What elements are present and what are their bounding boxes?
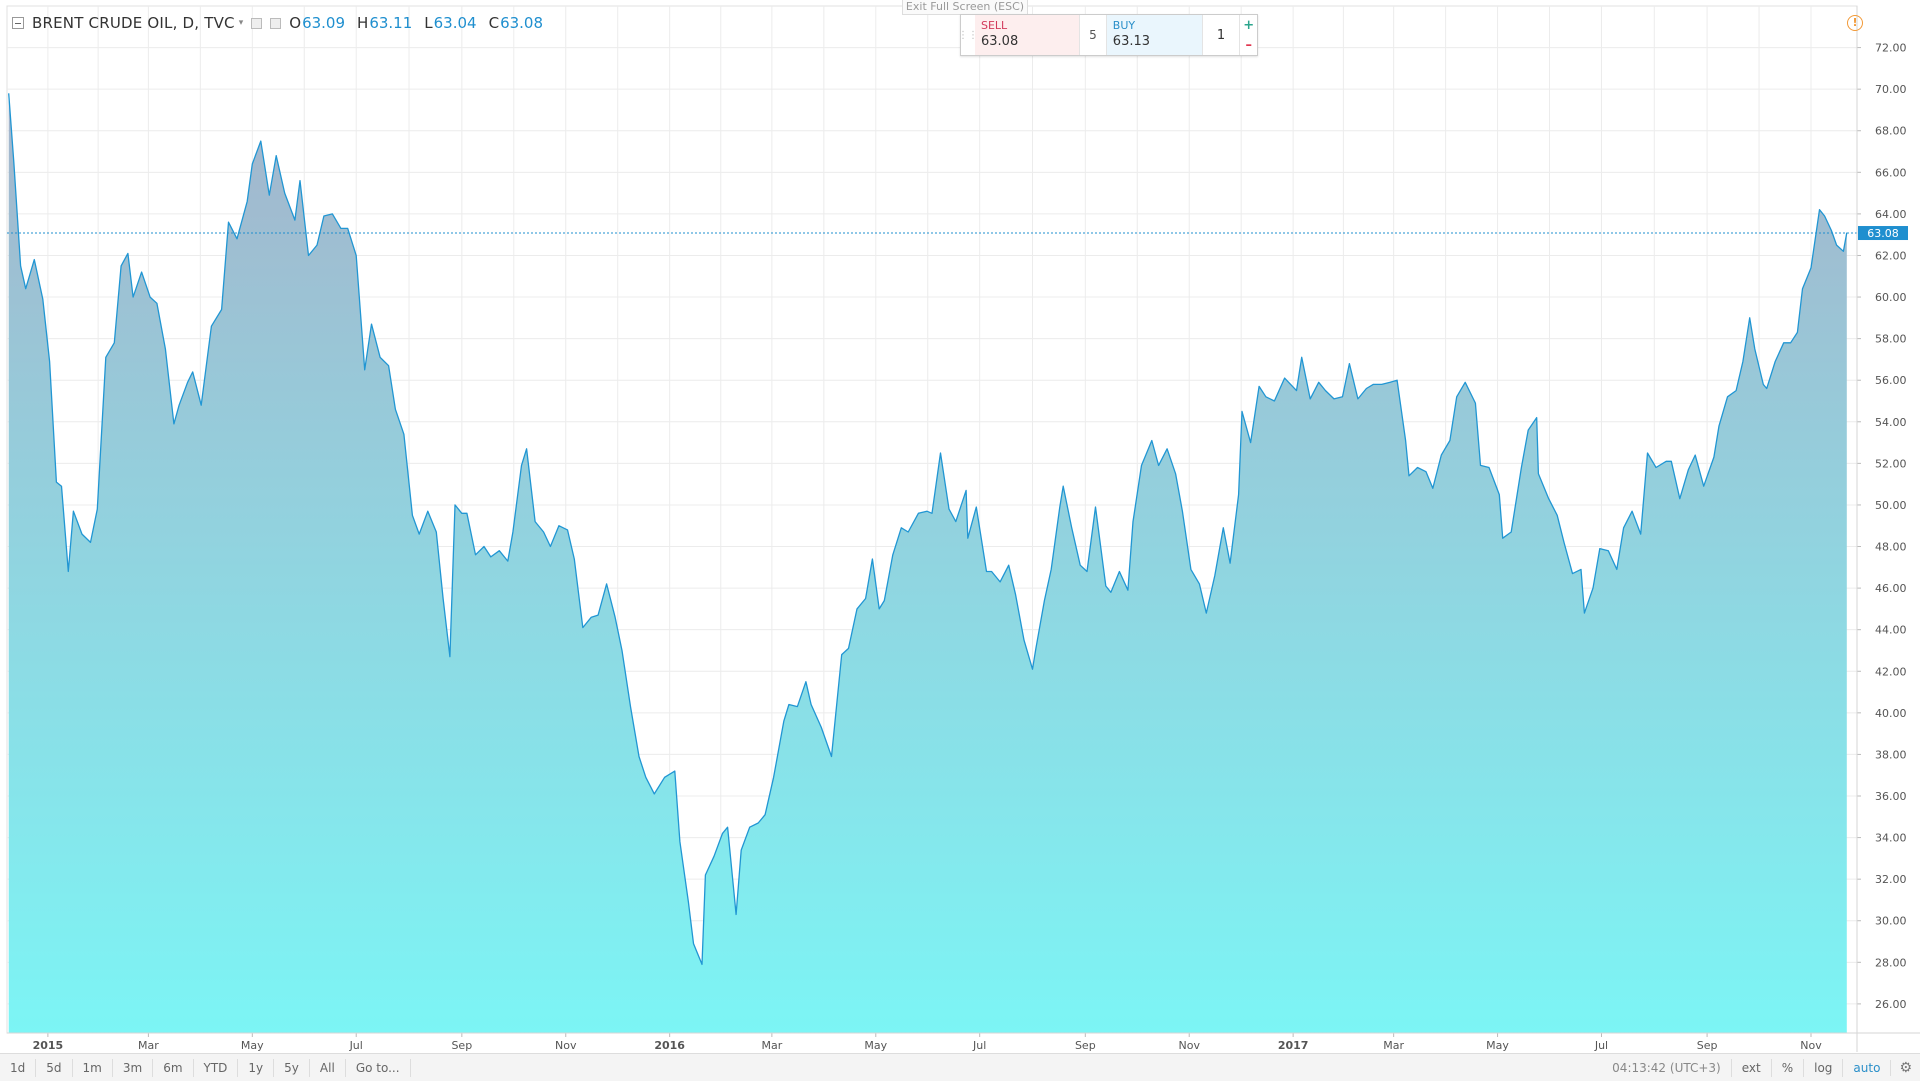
increment-button[interactable]: + xyxy=(1240,15,1257,35)
y-tick-label: 58.00 xyxy=(1875,333,1907,346)
bottom-toolbar: 1d 5d 1m 3m 6m YTD 1y 5y All Go to... 04… xyxy=(0,1053,1920,1081)
ext-toggle[interactable]: ext xyxy=(1730,1058,1771,1077)
high-label: H xyxy=(357,14,369,32)
sell-label: SELL xyxy=(981,19,1008,32)
x-tick-label: May xyxy=(241,1039,264,1052)
y-tick-label: 68.00 xyxy=(1875,125,1907,138)
low-label: L xyxy=(424,14,433,32)
x-tick-label: May xyxy=(1486,1039,1509,1052)
open-label: O xyxy=(289,14,302,32)
x-tick-label: Mar xyxy=(138,1039,159,1052)
x-tick-label: 2017 xyxy=(1278,1039,1309,1052)
y-tick-label: 46.00 xyxy=(1875,582,1907,595)
x-tick-label: Mar xyxy=(761,1039,782,1052)
range-3m-button[interactable]: 3m xyxy=(113,1058,154,1077)
x-tick-label: Sep xyxy=(1697,1039,1718,1052)
symbol-title[interactable]: BRENT CRUDE OIL, D, TVC xyxy=(32,14,235,32)
log-scale-toggle[interactable]: log xyxy=(1803,1058,1842,1077)
x-tick-label: Jul xyxy=(972,1039,986,1052)
quantity-stepper: + – xyxy=(1239,15,1257,55)
trade-panel: ⋮⋮ SELL 63.08 5 BUY 63.13 1 + – xyxy=(958,14,1258,56)
y-tick-label: 26.00 xyxy=(1875,998,1907,1011)
quantity-input[interactable]: 1 xyxy=(1201,15,1240,55)
sell-price: 63.08 xyxy=(981,34,1019,49)
y-tick-label: 52.00 xyxy=(1875,457,1907,470)
drag-handle-icon[interactable]: ⋮⋮ xyxy=(958,15,978,55)
x-tick-label: 2016 xyxy=(654,1039,685,1052)
range-5y-button[interactable]: 5y xyxy=(274,1058,310,1077)
settings-box-icon[interactable] xyxy=(251,17,263,29)
y-tick-label: 50.00 xyxy=(1875,499,1907,512)
x-tick-label: May xyxy=(864,1039,887,1052)
range-6m-button[interactable]: 6m xyxy=(153,1058,194,1077)
gear-icon[interactable]: ⚙ xyxy=(1890,1059,1920,1076)
y-tick-label: 40.00 xyxy=(1875,707,1907,720)
series-legend: BRENT CRUDE OIL, D, TVC ▾ O 63.09 H 63.1… xyxy=(12,14,547,32)
y-tick-label: 48.00 xyxy=(1875,541,1907,554)
percent-scale-toggle[interactable]: % xyxy=(1770,1058,1803,1077)
x-tick-label: Sep xyxy=(451,1039,472,1052)
close-value: 63.08 xyxy=(500,14,544,32)
clock-readout: 04:13:42 (UTC+3) xyxy=(1612,1060,1721,1075)
range-5d-button[interactable]: 5d xyxy=(36,1058,73,1077)
range-1m-button[interactable]: 1m xyxy=(73,1058,113,1077)
alert-warning-icon[interactable]: ! xyxy=(1847,15,1863,31)
x-tick-label: Nov xyxy=(555,1039,577,1052)
range-all-button[interactable]: All xyxy=(310,1058,346,1077)
low-value: 63.04 xyxy=(433,14,477,32)
buy-label: BUY xyxy=(1112,19,1136,32)
y-tick-label: 28.00 xyxy=(1875,956,1907,969)
y-tick-label: 38.00 xyxy=(1875,748,1907,761)
y-tick-label: 44.00 xyxy=(1875,624,1907,637)
y-tick-label: 32.00 xyxy=(1875,873,1907,886)
y-tick-label: 56.00 xyxy=(1875,374,1907,387)
y-tick-label: 36.00 xyxy=(1875,790,1907,803)
last-price-label: 63.08 xyxy=(1867,227,1899,240)
y-tick-label: 30.00 xyxy=(1875,915,1907,928)
price-chart[interactable]: 63.08 26.00 28.00 30.00 32.00 34.00 36.00 38.0… xyxy=(0,0,1920,1080)
goto-date-button[interactable]: Go to... xyxy=(346,1058,411,1077)
y-tick-label: 42.00 xyxy=(1875,665,1907,678)
x-tick-label: Nov xyxy=(1800,1039,1822,1052)
range-1y-button[interactable]: 1y xyxy=(238,1058,275,1077)
close-label: C xyxy=(488,14,500,32)
x-tick-label: Nov xyxy=(1178,1039,1200,1052)
y-tick-label: 70.00 xyxy=(1875,83,1907,96)
auto-scale-toggle[interactable]: auto xyxy=(1842,1058,1890,1077)
y-tick-label: 62.00 xyxy=(1875,249,1907,262)
range-1d-button[interactable]: 1d xyxy=(0,1058,37,1077)
chart-area[interactable]: 63.08 26.00 28.00 30.00 32.00 34.00 36.00 38.0… xyxy=(0,0,1920,1080)
x-tick-label: 2015 xyxy=(33,1039,64,1052)
hide-box-icon[interactable] xyxy=(270,17,282,29)
buy-button[interactable]: BUY 63.13 xyxy=(1106,15,1202,55)
x-tick-label: Sep xyxy=(1075,1039,1096,1052)
spread-value: 5 xyxy=(1079,15,1107,55)
y-tick-label: 60.00 xyxy=(1875,291,1907,304)
y-tick-label: 64.00 xyxy=(1875,208,1907,221)
range-ytd-button[interactable]: YTD xyxy=(194,1058,239,1077)
x-tick-label: Mar xyxy=(1383,1039,1404,1052)
y-tick-label: 72.00 xyxy=(1875,42,1907,55)
x-tick-label: Jul xyxy=(349,1039,363,1052)
y-tick-label: 34.00 xyxy=(1875,832,1907,845)
exit-fullscreen-button[interactable]: Exit Full Screen (ESC) xyxy=(902,0,1028,15)
buy-price: 63.13 xyxy=(1112,34,1151,49)
y-tick-label: 54.00 xyxy=(1875,416,1907,429)
decrement-button[interactable]: – xyxy=(1240,35,1257,55)
y-tick-label: 66.00 xyxy=(1875,166,1907,179)
high-value: 63.11 xyxy=(369,14,413,32)
chevron-down-icon[interactable]: ▾ xyxy=(239,18,244,28)
open-value: 63.09 xyxy=(302,14,346,32)
sell-button[interactable]: SELL 63.08 xyxy=(975,15,1080,55)
collapse-legend-button[interactable] xyxy=(12,17,24,29)
x-tick-label: Jul xyxy=(1594,1039,1608,1052)
